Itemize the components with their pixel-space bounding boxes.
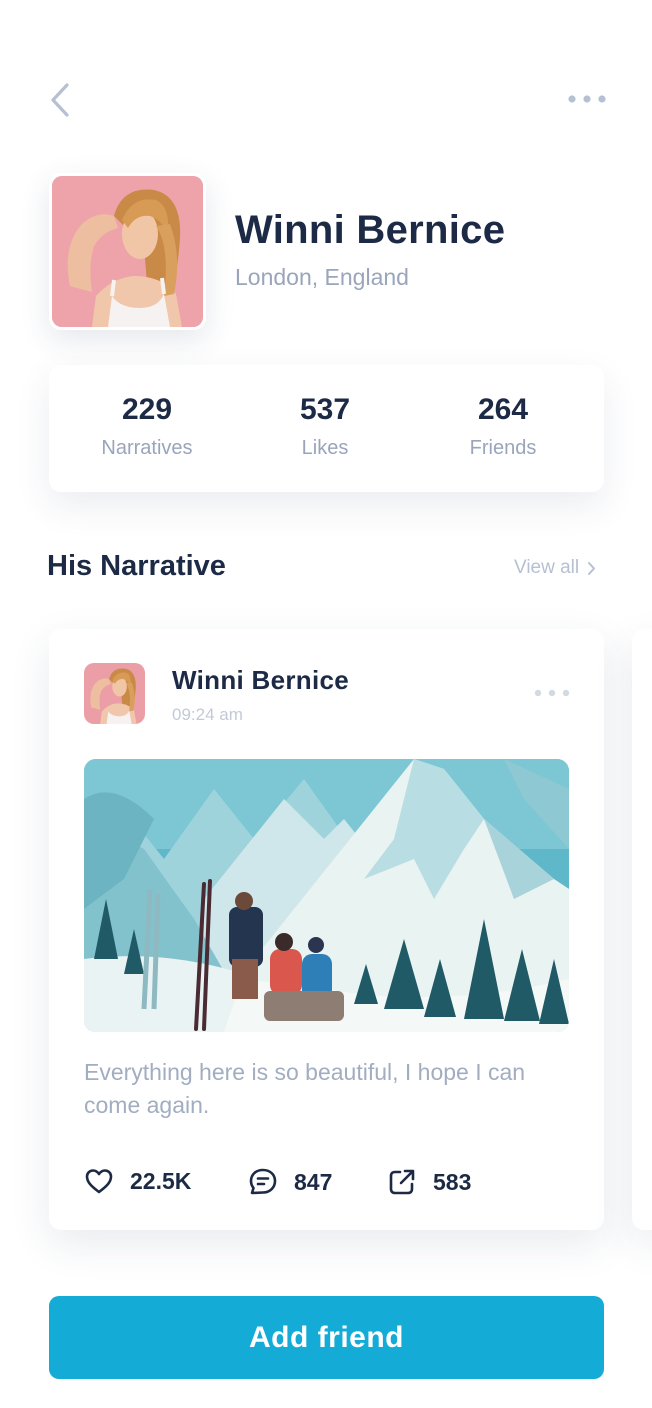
stat-label: Narratives	[101, 437, 193, 459]
stat-value: 264	[477, 393, 529, 426]
stat-narratives[interactable]: 229 Narratives	[57, 393, 237, 460]
post-more-button[interactable]	[527, 681, 577, 705]
chevron-right-icon	[588, 561, 596, 575]
chevron-left-icon	[51, 83, 69, 117]
more-horizontal-icon	[568, 95, 606, 103]
profile-name: Winni Bernice	[235, 208, 506, 252]
profile-avatar	[49, 173, 206, 330]
like-count: 22.5K	[130, 1167, 192, 1194]
more-options-button[interactable]	[562, 84, 612, 114]
section-title: His Narrative	[47, 550, 226, 582]
profile-photo	[52, 176, 203, 327]
add-friend-button[interactable]: Add friend	[49, 1296, 604, 1379]
post-image[interactable]	[84, 759, 569, 1032]
share-count: 583	[433, 1168, 472, 1195]
view-all-label: View all	[514, 557, 580, 578]
stat-label: Likes	[301, 437, 349, 459]
share-icon	[389, 1169, 415, 1195]
more-horizontal-icon	[534, 689, 570, 697]
post-author-avatar[interactable]	[84, 663, 145, 724]
profile-location: London, England	[235, 264, 409, 290]
narrative-post-card[interactable]: Winni Bernice 09:24 am Everything here i…	[49, 629, 604, 1230]
like-button[interactable]: 22.5K	[84, 1167, 191, 1195]
back-button[interactable]	[40, 78, 80, 122]
next-post-card-peek[interactable]	[632, 629, 652, 1230]
mountain-landscape-illustration	[84, 759, 569, 1032]
post-timestamp: 09:24 am	[172, 705, 243, 724]
comment-icon	[249, 1168, 277, 1195]
view-all-link[interactable]: View all	[514, 557, 596, 579]
post-author-name[interactable]: Winni Bernice	[172, 665, 349, 696]
stat-value: 229	[121, 393, 173, 426]
comment-count: 847	[294, 1168, 333, 1195]
stat-friends[interactable]: 264 Friends	[413, 393, 593, 460]
stat-label: Friends	[469, 437, 537, 459]
stat-likes[interactable]: 537 Likes	[235, 393, 415, 460]
comment-button[interactable]: 847	[248, 1167, 332, 1197]
stat-value: 537	[299, 393, 351, 426]
stats-card: 229 Narratives 537 Likes 264 Friends	[49, 365, 604, 492]
post-author-photo	[84, 663, 145, 724]
share-button[interactable]: 583	[387, 1167, 471, 1197]
post-text: Everything here is so beautiful, I hope …	[84, 1059, 526, 1118]
heart-icon	[85, 1169, 113, 1194]
